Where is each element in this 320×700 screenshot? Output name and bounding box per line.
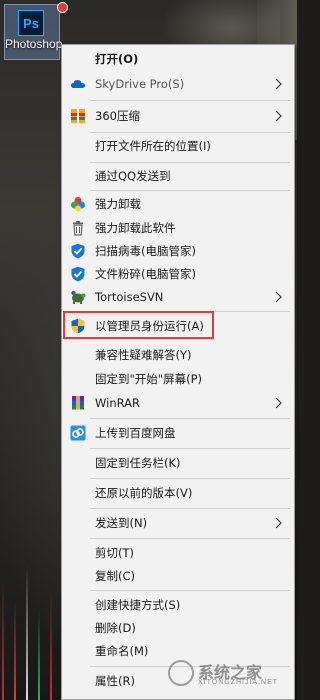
chevron-right-icon [275, 397, 282, 409]
chevron-right-icon [275, 78, 282, 90]
menu-item-label: 剪切(T) [95, 546, 134, 560]
menu-item-tortoise-svn[interactable]: TortoiseSVN [62, 285, 294, 309]
chevron-right-icon [275, 110, 282, 122]
menu-separator [90, 448, 290, 449]
menu-item-delete[interactable]: 删除(D) [62, 616, 294, 640]
menu-item-label: 360压缩 [95, 109, 140, 123]
menu-item-label: 文件粉碎(电脑管家) [95, 267, 196, 281]
chevron-right-icon [275, 291, 282, 303]
menu-separator [90, 508, 290, 509]
menu-separator [90, 418, 290, 419]
menu-item-label: 强力卸载此软件 [95, 221, 176, 235]
shield-check-icon [71, 243, 85, 259]
desktop-icon-label: Photoshop [5, 37, 63, 51]
menu-item-send-via-qq[interactable]: 通过QQ发送到 [62, 164, 294, 188]
menu-item-compatibility[interactable]: 兼容性疑难解答(Y) [62, 343, 294, 367]
menu-item-label: WinRAR [95, 396, 140, 410]
menu-item-copy[interactable]: 复制(C) [62, 564, 294, 588]
menu-item-label: 上传到百度网盘 [95, 426, 176, 440]
tortoise-icon [71, 290, 86, 304]
menu-item-baidu-upload[interactable]: 上传到百度网盘 [62, 421, 294, 445]
menu-item-label: 属性(R) [95, 674, 135, 688]
winrar-icon [72, 396, 84, 410]
menu-item-label: 扫描病毒(电脑管家) [95, 244, 196, 258]
menu-separator [90, 538, 290, 539]
menu-item-force-uninstall-this[interactable]: 强力卸载此软件 [62, 216, 294, 240]
notification-dot [57, 2, 68, 13]
menu-separator [90, 190, 290, 191]
highlight-box [63, 311, 214, 339]
menu-item-force-uninstall[interactable]: 强力卸载 [62, 192, 294, 216]
menu-separator [90, 478, 290, 479]
menu-item-pin-to-start[interactable]: 固定到"开始"屏幕(P) [62, 367, 294, 391]
menu-separator [90, 100, 290, 101]
watermark-logo-icon [168, 660, 194, 686]
menu-item-winrar[interactable]: WinRAR [62, 391, 294, 415]
photoshop-icon: Ps [18, 10, 44, 36]
menu-item-scan-virus[interactable]: 扫描病毒(电脑管家) [62, 239, 294, 263]
menu-item-label: 复制(C) [95, 569, 136, 583]
menu-item-skydrive-pro[interactable]: SkyDrive Pro(S) [62, 72, 294, 96]
shield-check-icon [71, 266, 85, 282]
menu-item-create-shortcut[interactable]: 创建快捷方式(S) [62, 593, 294, 617]
menu-item-label: 固定到任务栏(K) [95, 456, 181, 470]
archive-360-icon [71, 109, 85, 123]
menu-item-label: 打开(O) [95, 52, 139, 66]
menu-item-label: 打开文件所在的位置(I) [95, 139, 211, 153]
background-light-streaks [0, 550, 62, 700]
clover-icon [71, 197, 85, 212]
site-watermark: 系统之家 XITONGZHIJIA.NET [168, 657, 288, 693]
trash-icon [73, 221, 83, 236]
menu-item-label: TortoiseSVN [95, 290, 164, 304]
menu-item-label: 重命名(M) [95, 644, 149, 658]
menu-item-restore-versions[interactable]: 还原以前的版本(V) [62, 481, 294, 505]
menu-item-open[interactable]: 打开(O) [62, 47, 294, 71]
menu-item-label: 兼容性疑难解答(Y) [95, 348, 192, 362]
menu-item-label: 发送到(N) [95, 516, 148, 530]
menu-item-label: 还原以前的版本(V) [95, 486, 193, 500]
menu-item-label: 固定到"开始"屏幕(P) [95, 372, 202, 386]
menu-item-360-compress[interactable]: 360压缩 [62, 104, 294, 128]
menu-item-cut[interactable]: 剪切(T) [62, 541, 294, 565]
menu-item-label: 删除(D) [95, 621, 136, 635]
menu-separator [90, 162, 290, 163]
menu-item-label: SkyDrive Pro(S) [95, 77, 185, 91]
menu-item-label: 创建快捷方式(S) [95, 598, 181, 612]
menu-separator [90, 132, 290, 133]
menu-separator [90, 590, 290, 591]
menu-item-label: 通过QQ发送到 [95, 169, 171, 183]
photoshop-desktop-icon[interactable]: Ps [4, 4, 60, 60]
cloud-icon [71, 80, 85, 88]
menu-item-label: 强力卸载 [95, 197, 141, 211]
menu-item-send-to[interactable]: 发送到(N) [62, 511, 294, 535]
chevron-right-icon [275, 517, 282, 529]
watermark-subtext: XITONGZHIJIA.NET [198, 679, 279, 686]
menu-item-pin-to-taskbar[interactable]: 固定到任务栏(K) [62, 451, 294, 475]
menu-item-open-file-location[interactable]: 打开文件所在的位置(I) [62, 134, 294, 158]
baidu-cloud-icon [70, 425, 86, 441]
menu-item-shred-file[interactable]: 文件粉碎(电脑管家) [62, 262, 294, 286]
context-menu: 打开(O) SkyDrive Pro(S) 360压缩 打开文件所在的位置(I)… [61, 44, 295, 700]
